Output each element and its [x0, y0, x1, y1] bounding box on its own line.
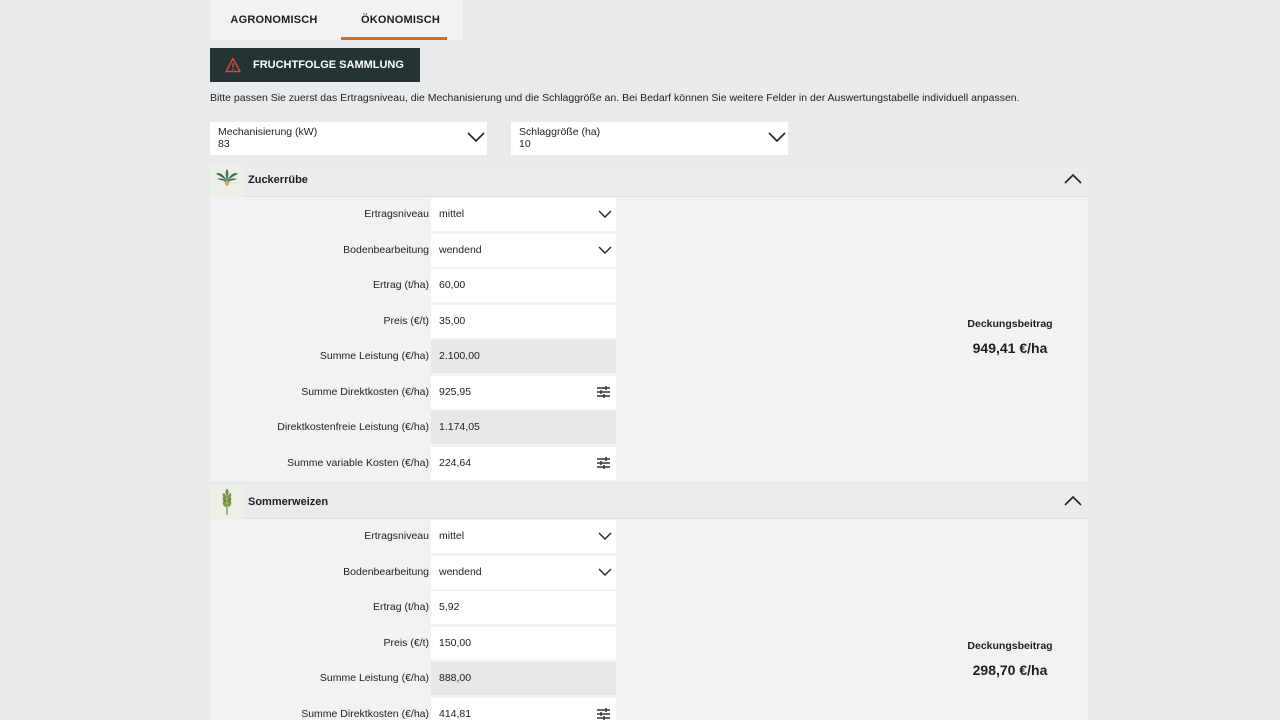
- ertrag-input[interactable]: 5,92: [431, 591, 616, 624]
- preis-input[interactable]: 150,00: [431, 626, 616, 660]
- sugar-beet-icon: [210, 162, 244, 197]
- crop-name: Sommerweizen: [248, 495, 329, 508]
- sliders-icon[interactable]: [596, 385, 611, 399]
- warning-icon: [225, 57, 241, 73]
- row-label: Summe Leistung (€/ha): [319, 672, 429, 684]
- crop-header[interactable]: Sommerweizen: [210, 484, 1088, 519]
- summe-variable-kosten-field[interactable]: 224,64: [431, 446, 616, 480]
- tab-oekonomisch[interactable]: ÖKONOMISCH: [338, 0, 463, 40]
- summe-direktkosten-value: 414,81: [439, 707, 472, 720]
- chevron-down-icon: [598, 246, 612, 254]
- row-summe-direktkosten: Summe Direktkosten (€/ha) 925,95: [210, 375, 1088, 411]
- direktkostenfreie-leistung-value: 1.174,05: [431, 411, 616, 444]
- crop-name: Zuckerrübe: [248, 173, 308, 186]
- ertragsniveau-select[interactable]: mittel: [431, 198, 616, 231]
- tab-agronomisch[interactable]: AGRONOMISCH: [210, 0, 338, 40]
- fruchtfolge-sammlung-label: FRUCHTFOLGE SAMMLUNG: [253, 59, 404, 71]
- row-label: Bodenbearbeitung: [343, 565, 429, 578]
- summe-variable-kosten-value: 224,64: [439, 456, 472, 469]
- deckungsbeitrag-label: Deckungsbeitrag: [967, 318, 1053, 330]
- bodenbearbeitung-value: wendend: [439, 243, 482, 256]
- ertragsniveau-select[interactable]: mittel: [431, 520, 616, 553]
- row-label: Ertrag (t/ha): [372, 279, 429, 291]
- intro-text: Bitte passen Sie zuerst das Ertragsnivea…: [210, 92, 1020, 104]
- row-label: Direktkostenfreie Leistung (€/ha): [277, 421, 429, 433]
- page: AGRONOMISCH ÖKONOMISCH FRUCHTFOLGE SAMML…: [0, 0, 1280, 720]
- summe-leistung-value: 2.100,00: [431, 340, 616, 373]
- row-label: Preis (€/t): [383, 636, 429, 649]
- mechanisierung-select[interactable]: Mechanisierung (kW) 83: [210, 122, 487, 155]
- row-label: Summe Leistung (€/ha): [319, 350, 429, 362]
- row-direktkostenfreie-leistung: Direktkostenfreie Leistung (€/ha) 1.174,…: [210, 410, 1088, 446]
- mechanisierung-label: Mechanisierung (kW): [218, 126, 318, 138]
- ertrag-input[interactable]: 60,00: [431, 269, 616, 302]
- ertragsniveau-value: mittel: [439, 530, 465, 542]
- row-label: Ertragsniveau: [364, 530, 429, 542]
- deckungsbeitrag-value: 298,70 €/ha: [972, 662, 1048, 678]
- summe-leistung-value: 888,00: [431, 662, 616, 695]
- deckungsbeitrag-label: Deckungsbeitrag: [967, 640, 1053, 652]
- preis-input[interactable]: 35,00: [431, 304, 616, 338]
- deckungsbeitrag-result: Deckungsbeitrag 298,70 €/ha: [950, 640, 1070, 678]
- crop-header[interactable]: Zuckerrübe: [210, 162, 1088, 197]
- tab-bar: AGRONOMISCH ÖKONOMISCH: [210, 0, 463, 40]
- schlaggroesse-select[interactable]: Schlaggröße (ha) 10: [511, 122, 788, 155]
- row-ertrag: Ertrag (t/ha) 60,00: [210, 268, 1088, 304]
- bodenbearbeitung-select[interactable]: wendend: [431, 555, 616, 589]
- crop-section-zuckerruebe: Zuckerrübe Ertragsniveau mittel Bodenbea…: [210, 162, 1088, 481]
- chevron-down-icon: [467, 132, 485, 143]
- row-label: Preis (€/t): [383, 314, 429, 327]
- summe-direktkosten-value: 925,95: [439, 385, 472, 398]
- row-summe-direktkosten: Summe Direktkosten (€/ha) 414,81: [210, 697, 1088, 720]
- summe-direktkosten-field[interactable]: 925,95: [431, 375, 616, 409]
- row-label: Summe variable Kosten (€/ha): [287, 456, 429, 469]
- summe-direktkosten-field[interactable]: 414,81: [431, 697, 616, 720]
- schlaggroesse-value: 10: [519, 138, 531, 150]
- schlaggroesse-label: Schlaggröße (ha): [519, 126, 601, 138]
- crop-section-sommerweizen: Sommerweizen Ertragsniveau mittel Bodenb…: [210, 484, 1088, 720]
- wheat-icon: [210, 484, 244, 519]
- fruchtfolge-sammlung-button[interactable]: FRUCHTFOLGE SAMMLUNG: [210, 48, 420, 82]
- row-summe-variable-kosten: Summe variable Kosten (€/ha) 224,64: [210, 446, 1088, 482]
- row-label: Bodenbearbeitung: [343, 243, 429, 256]
- row-bodenbearbeitung: Bodenbearbeitung wendend: [210, 233, 1088, 269]
- sliders-icon[interactable]: [596, 707, 611, 720]
- ertragsniveau-value: mittel: [439, 208, 465, 220]
- row-label: Summe Direktkosten (€/ha): [301, 385, 429, 398]
- mechanisierung-value: 83: [218, 138, 230, 150]
- chevron-down-icon: [598, 532, 612, 540]
- row-label: Summe Direktkosten (€/ha): [301, 707, 429, 720]
- chevron-down-icon: [768, 132, 786, 143]
- bodenbearbeitung-value: wendend: [439, 565, 482, 578]
- row-ertrag: Ertrag (t/ha) 5,92: [210, 590, 1088, 626]
- row-ertragsniveau: Ertragsniveau mittel: [210, 197, 1088, 233]
- crop-rows: Ertragsniveau mittel Bodenbearbeitung we…: [210, 519, 1088, 720]
- deckungsbeitrag-result: Deckungsbeitrag 949,41 €/ha: [950, 318, 1070, 356]
- chevron-down-icon: [598, 568, 612, 576]
- row-ertragsniveau: Ertragsniveau mittel: [210, 519, 1088, 555]
- row-label: Ertragsniveau: [364, 208, 429, 220]
- deckungsbeitrag-value: 949,41 €/ha: [972, 340, 1048, 356]
- sliders-icon[interactable]: [596, 456, 611, 470]
- bodenbearbeitung-select[interactable]: wendend: [431, 233, 616, 267]
- chevron-up-icon[interactable]: [1064, 172, 1082, 186]
- row-bodenbearbeitung: Bodenbearbeitung wendend: [210, 555, 1088, 591]
- chevron-down-icon: [598, 210, 612, 218]
- chevron-up-icon[interactable]: [1064, 494, 1082, 508]
- row-label: Ertrag (t/ha): [372, 601, 429, 613]
- crop-rows: Ertragsniveau mittel Bodenbearbeitung we…: [210, 197, 1088, 481]
